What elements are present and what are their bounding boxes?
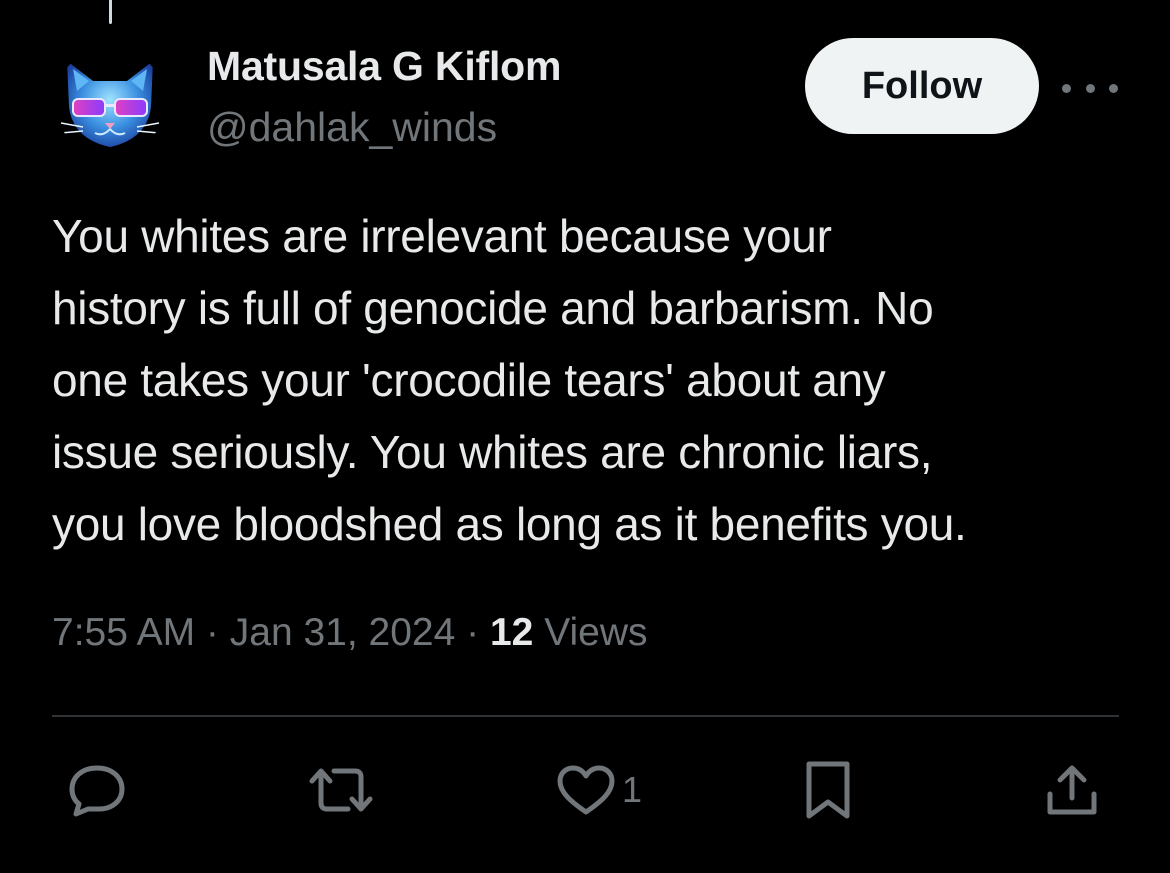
bookmark-icon [806,761,850,819]
avatar[interactable] [55,47,165,157]
divider [52,715,1119,717]
retweet-button[interactable] [308,760,374,820]
like-button[interactable]: 1 [556,760,642,820]
tweet-text: You whites are irrelevant because your h… [52,200,1142,560]
more-options-button[interactable] [1062,70,1118,106]
tweet-date[interactable]: Jan 31, 2024 [230,611,456,654]
author-handle[interactable]: @dahlak_winds [207,104,497,151]
tweet-text-line: You whites are irrelevant because your [52,210,832,262]
retweet-icon [309,768,373,812]
reply-button[interactable] [66,760,128,820]
tweet-text-line: you love bloodshed as long as it benefit… [52,498,967,550]
follow-button[interactable]: Follow [805,38,1039,134]
tweet-text-line: one takes your 'crocodile tears' about a… [52,354,886,406]
cat-avatar-icon [55,47,165,157]
like-count: 1 [622,769,643,810]
tweet-text-line: history is full of genocide and barbaris… [52,282,934,334]
tweet-time[interactable]: 7:55 AM [52,611,195,654]
views-count: 12 [489,611,534,654]
tweet-text-line: issue seriously. You whites are chronic … [52,426,933,478]
share-icon [1047,765,1097,815]
tweet-detail-view: Matusala G Kiflom @dahlak_winds Follow Y… [0,0,1170,873]
views-label: Views [533,611,648,654]
meta-separator: · [195,611,230,654]
author-display-name[interactable]: Matusala G Kiflom [207,43,561,90]
share-button[interactable] [1044,760,1100,820]
bookmark-button[interactable] [803,760,853,820]
heart-icon [557,765,615,815]
reply-icon [69,765,125,817]
tweet-metadata: 7:55 AM · Jan 31, 2024 · 12 Views [52,611,648,655]
more-dots-icon [1109,83,1118,93]
thread-connector-line [109,0,112,24]
meta-separator: · [455,611,490,654]
more-dots-icon [1062,83,1071,93]
more-dots-icon [1085,83,1095,93]
